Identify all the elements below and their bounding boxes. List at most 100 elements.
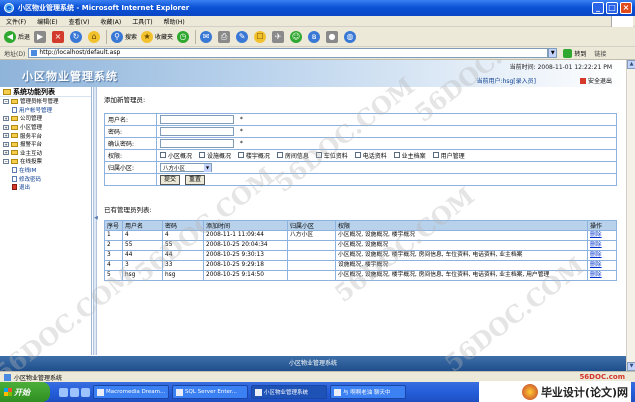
discuss-button[interactable]: ☐ xyxy=(254,30,268,44)
go-button[interactable]: 转到 xyxy=(563,48,586,58)
permission-checkbox[interactable]: 设施概况 xyxy=(198,151,231,160)
expand-toggle-icon[interactable]: + xyxy=(3,115,9,121)
minimize-icon[interactable]: _ xyxy=(592,2,604,14)
cell-permissions: 小区概况, 设施概况, 楼宇概况, 房间信息, 车位资料, 电话资料, 业主档案 xyxy=(335,250,588,261)
permission-checkbox[interactable]: 电话资料 xyxy=(354,151,387,160)
current-user: 当前用户:hsg[录入员] xyxy=(476,78,536,85)
logout-link[interactable]: 安全退出 xyxy=(579,76,612,85)
menu-edit[interactable]: 编辑(E) xyxy=(37,17,57,26)
community-selected-value: 八方小区 xyxy=(163,165,186,172)
sidebar-item-user-accounts[interactable]: 用户帐号管理 xyxy=(3,106,91,115)
community-select[interactable]: 八方小区 ▼ xyxy=(160,163,212,172)
forward-button[interactable]: ▶ xyxy=(34,30,48,44)
cell-added-time: 2008-10-25 9:14:50 xyxy=(203,270,288,281)
taskbar-item-dreamweaver[interactable]: Macromedia Dream... xyxy=(93,385,169,399)
cell-added-time: 2008-10-25 20:04:34 xyxy=(203,240,288,251)
sidebar-item-company[interactable]: + 公司管理 xyxy=(3,114,91,123)
sidebar-item-online-vote[interactable]: − 在线投票 xyxy=(3,157,91,166)
checkbox-icon xyxy=(276,152,283,159)
confirm-password-input[interactable] xyxy=(160,139,234,148)
collapse-toggle-icon[interactable]: − xyxy=(3,98,9,104)
frame-splitter[interactable]: ◀ xyxy=(93,87,98,355)
bluetooth-button[interactable]: ʙ xyxy=(308,30,322,44)
submit-button[interactable]: 提交 xyxy=(160,174,181,185)
search-button[interactable]: ⚲ 搜索 xyxy=(111,30,137,44)
sidebar-item-alarm[interactable]: + 报警平台 xyxy=(3,140,91,149)
links-label[interactable]: 链接 xyxy=(594,49,606,58)
desktop-quicklaunch-icon[interactable] xyxy=(70,387,79,397)
address-dropdown-icon[interactable]: ▼ xyxy=(548,48,558,58)
delete-link[interactable]: 删除 xyxy=(587,260,617,271)
mail-button[interactable]: ✉ xyxy=(200,30,214,44)
qq-button[interactable]: ● xyxy=(326,30,340,44)
menu-favorites[interactable]: 收藏(A) xyxy=(100,17,121,26)
start-button[interactable]: 开始 xyxy=(0,382,50,402)
menu-file[interactable]: 文件(F) xyxy=(6,17,26,26)
permission-checkbox[interactable]: 小区概况 xyxy=(160,151,192,160)
menu-help[interactable]: 帮助(H) xyxy=(164,17,185,26)
expand-toggle-icon[interactable]: + xyxy=(3,141,9,147)
back-button[interactable]: ◀ 后退 xyxy=(4,30,30,44)
main-content: 添加新管理员: 用户名: * 密码: * 确认密码: * 权限: 小区概况 设施… xyxy=(98,87,624,355)
delete-link[interactable]: 删除 xyxy=(587,230,617,241)
extra-button[interactable]: ◍ xyxy=(344,30,358,44)
password-input[interactable] xyxy=(160,127,234,136)
delete-link[interactable]: 删除 xyxy=(587,270,617,281)
cell-community xyxy=(287,260,336,271)
scroll-down-icon[interactable]: ▼ xyxy=(627,362,635,371)
required-mark: * xyxy=(239,116,243,123)
sidebar-item-service[interactable]: + 服务平台 xyxy=(3,131,91,140)
permission-checkbox[interactable]: 楼宇概况 xyxy=(237,151,270,160)
sidebar-item-owner-interaction[interactable]: + 业主互动 xyxy=(3,149,91,158)
permission-checkbox[interactable]: 车位资料 xyxy=(315,151,348,160)
menu-view[interactable]: 查看(V) xyxy=(69,17,90,26)
expand-toggle-icon[interactable]: + xyxy=(3,133,9,139)
delete-link[interactable]: 删除 xyxy=(587,250,617,261)
username-input[interactable] xyxy=(160,115,234,124)
permission-checkbox[interactable]: 用户管理 xyxy=(432,151,465,160)
cell-index: 2 xyxy=(104,240,123,251)
menu-tools[interactable]: 工具(T) xyxy=(132,17,152,26)
stop-button[interactable]: × xyxy=(52,30,66,44)
sidebar-item-community[interactable]: + 小区管理 xyxy=(3,123,91,132)
vertical-scrollbar[interactable]: ▲ ▼ xyxy=(626,60,635,371)
delete-link[interactable]: 删除 xyxy=(587,240,617,251)
taskbar-item-chat[interactable]: 与 啊啊老油 聊天中 xyxy=(330,385,406,399)
home-button[interactable]: ⌂ xyxy=(88,30,102,44)
media-quicklaunch-icon[interactable] xyxy=(81,387,90,397)
sidebar-item-change-password[interactable]: 修改密码 xyxy=(3,174,91,183)
address-input[interactable]: http://localhost/default.asp xyxy=(28,48,549,58)
messenger-button[interactable]: ☺ xyxy=(290,30,304,44)
taskbar-item-sqlserver[interactable]: SQL Server Enter... xyxy=(172,385,248,399)
sidebar-item-label: 服务平台 xyxy=(20,133,43,140)
permission-checkbox[interactable]: 业主档案 xyxy=(393,151,426,160)
go-arrow-icon xyxy=(563,48,573,58)
research-button[interactable]: ✈ xyxy=(272,30,286,44)
ie-quicklaunch-icon[interactable] xyxy=(59,387,68,397)
edit-button[interactable]: ✎ xyxy=(236,30,250,44)
reset-button[interactable]: 重置 xyxy=(184,174,205,185)
taskbar-item-ie[interactable]: 小区物业管理系统 xyxy=(251,385,327,399)
cell-username: 3 xyxy=(122,260,163,271)
close-icon[interactable]: × xyxy=(620,2,632,14)
favorites-button[interactable]: ★ 收藏夹 xyxy=(141,30,173,44)
print-button[interactable]: ⎙ xyxy=(218,30,232,44)
maximize-icon[interactable]: □ xyxy=(606,2,618,14)
sidebar-header: 系统功能列表 xyxy=(0,87,91,97)
history-button[interactable]: ◷ xyxy=(177,30,191,44)
app-icon xyxy=(334,388,341,396)
sidebar-item-admin-accounts[interactable]: − 管理员帐号管理 xyxy=(3,97,91,106)
expand-toggle-icon[interactable]: + xyxy=(3,150,9,156)
scroll-up-icon[interactable]: ▲ xyxy=(627,60,635,69)
address-label: 地址(D) xyxy=(4,50,26,58)
permission-checkbox[interactable]: 房间信息 xyxy=(276,151,309,160)
task-label: SQL Server Enter... xyxy=(185,389,237,395)
sidebar-item-exit[interactable]: 退出 xyxy=(3,183,91,192)
collapse-toggle-icon[interactable]: − xyxy=(3,158,9,164)
permission-label: 权限: xyxy=(104,149,157,162)
brand-domain: 56DOC.com xyxy=(579,373,625,381)
sidebar-item-online-im[interactable]: 在线IM xyxy=(3,166,91,175)
brand-logo-icon xyxy=(521,383,538,400)
refresh-button[interactable]: ↻ xyxy=(70,30,84,44)
expand-toggle-icon[interactable]: + xyxy=(3,124,9,130)
